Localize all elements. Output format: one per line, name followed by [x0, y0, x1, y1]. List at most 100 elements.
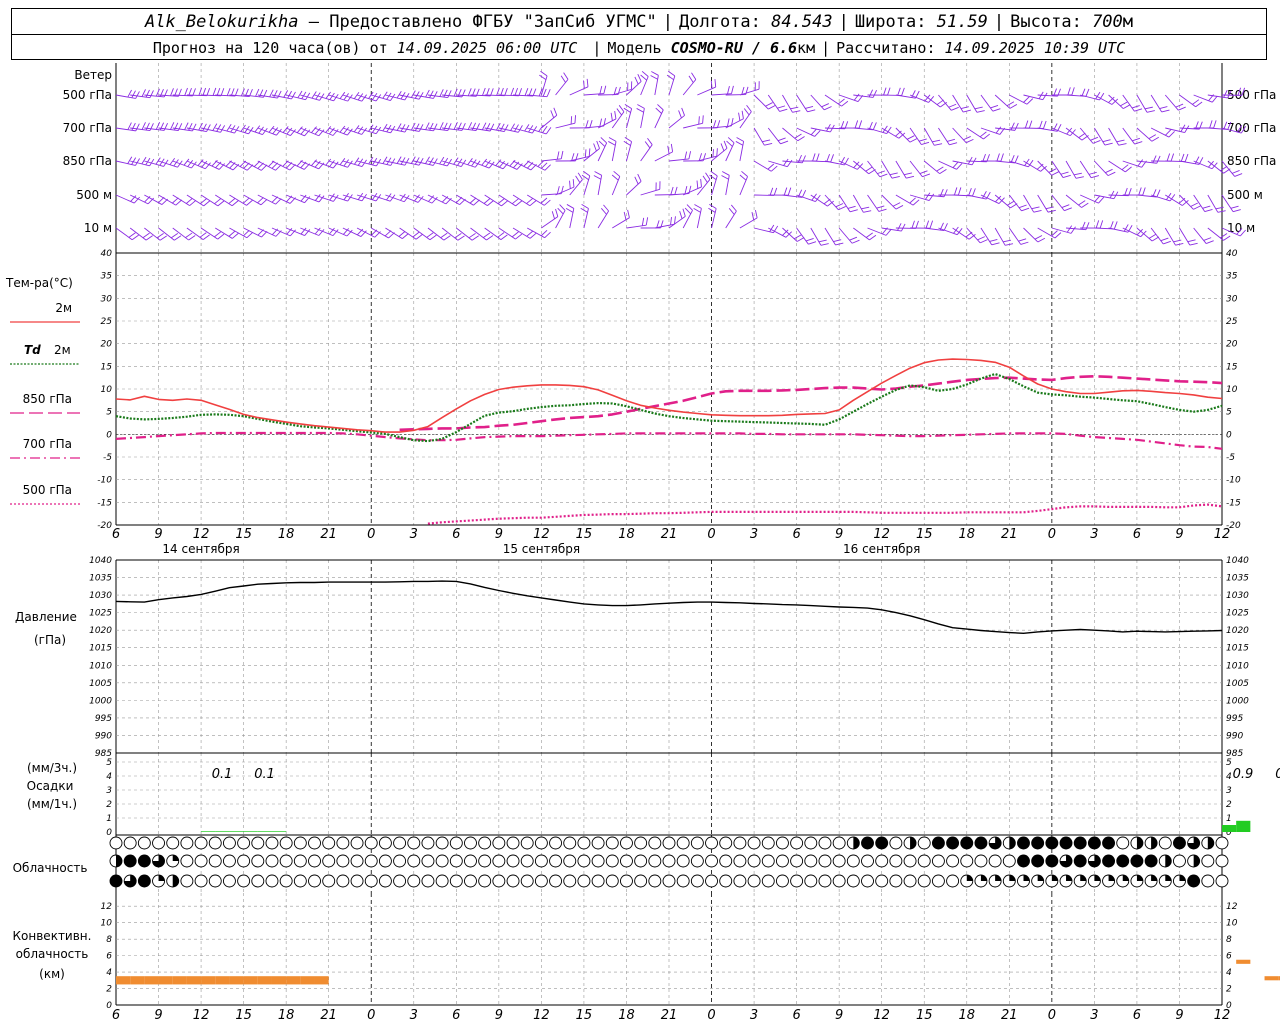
- cloud-icon-fill: [1165, 875, 1172, 881]
- temp-tick-left: -5: [103, 453, 112, 463]
- wind-level-label: 10 м: [84, 221, 112, 235]
- wind-barb-flag: [1187, 239, 1196, 243]
- wind-barb-flag: [982, 153, 986, 162]
- wind-barb: [1051, 194, 1065, 211]
- wind-barb-flag: [956, 163, 963, 170]
- wind-barb-flag: [1091, 175, 1100, 179]
- wind-barb-flag: [1209, 120, 1213, 129]
- wind-barb-flag: [641, 217, 645, 226]
- wind-barb-flag: [731, 85, 734, 94]
- wind-barb-flag: [770, 165, 778, 172]
- wind-barb-flag: [1230, 205, 1239, 209]
- x-tick-label-bottom: 6: [452, 1008, 460, 1023]
- wind-barb-flag: [482, 87, 486, 96]
- wind-barb-flag: [398, 231, 406, 237]
- wind-barb-flag: [246, 199, 253, 206]
- wind-barb-flag: [783, 187, 788, 196]
- wind-barb-flag: [473, 199, 480, 206]
- wind-barb-flag: [457, 235, 465, 241]
- wind-barb-flag: [589, 120, 593, 128]
- cloud-icon: [620, 874, 633, 888]
- wind-barb: [810, 94, 825, 111]
- cloud-icon: [620, 836, 633, 850]
- cloud-icon: [407, 854, 421, 868]
- wind-barb: [1179, 227, 1191, 246]
- wind-barb-flag: [1116, 139, 1125, 143]
- wind-barb-flag: [991, 242, 1000, 246]
- cloud-icon: [350, 836, 364, 850]
- cloud-icon: [1073, 854, 1087, 868]
- cloud-icon: [208, 854, 222, 868]
- conv-bar: [130, 976, 145, 985]
- wind-level-label-right: 700 гПа: [1227, 121, 1276, 135]
- wind-barb-flag: [217, 233, 225, 240]
- wind-barb-flag: [1165, 129, 1172, 136]
- x-tick-label-bottom: 21: [1001, 1008, 1018, 1023]
- wind-barb-flag: [297, 90, 303, 99]
- cloud-icon: [435, 854, 449, 868]
- wind-barb-flag: [741, 110, 744, 119]
- wind-barb-flag: [135, 91, 140, 99]
- wind-barb-flag: [861, 206, 870, 210]
- wind-barb-flag: [1166, 153, 1171, 162]
- x-tick-label-bottom: 9: [835, 1008, 843, 1023]
- precip-tick-right: 5: [1226, 758, 1232, 768]
- wind-barb-flag: [992, 108, 1001, 112]
- cloud-icon: [492, 854, 506, 868]
- wind-barb-flag: [1192, 99, 1200, 105]
- wind-barb: [441, 227, 459, 241]
- cloud-icon: [506, 836, 520, 850]
- cloud-icon: [1017, 854, 1030, 868]
- wind-barb-flag: [142, 232, 150, 239]
- precip-total-label: 0.1: [254, 767, 275, 782]
- wind-barb-flag: [202, 123, 207, 132]
- wind-barb-flag: [1034, 235, 1043, 240]
- wind-title: Ветер: [74, 68, 112, 82]
- cloud-icon-fill: [1207, 837, 1214, 849]
- wind-barb-flag: [1123, 104, 1131, 109]
- cloud-icon: [322, 874, 336, 888]
- wind-barb: [994, 94, 1011, 109]
- cloud-icon: [1045, 836, 1059, 850]
- wind-barb-flag: [425, 122, 430, 130]
- wind-barb: [1207, 227, 1224, 241]
- cloud-icon: [1116, 836, 1130, 850]
- wind-barb: [994, 194, 1011, 209]
- wind-barb-flag: [1102, 139, 1111, 143]
- wind-barb: [697, 179, 711, 196]
- wind-barb-flag: [260, 199, 268, 206]
- wind-barb-flag: [526, 198, 533, 204]
- wind-barb-flag: [623, 211, 627, 220]
- conv-bar: [271, 976, 287, 985]
- wind-barb: [611, 176, 621, 196]
- wind-barb-flag: [1134, 141, 1143, 145]
- wind-barb-flag: [739, 174, 747, 181]
- wind-barb: [739, 217, 758, 229]
- cloud-icon: [478, 874, 492, 888]
- conv-title-1: Конвективн.: [13, 929, 92, 943]
- wind-barb-flag: [901, 87, 905, 96]
- wind-barb: [484, 227, 502, 240]
- wind-barb-flag: [790, 106, 799, 110]
- temp-tick-right: -15: [1226, 498, 1241, 508]
- cloud-icon: [648, 874, 662, 888]
- wind-barb-flag: [972, 188, 976, 197]
- x-tick-label-bottom: 15: [916, 1008, 933, 1023]
- cloud-icon-fill: [172, 875, 179, 887]
- cloud-icon-fill: [1122, 875, 1129, 881]
- wind-barb-flag: [574, 115, 576, 124]
- x-tick-label-temp: 18: [958, 527, 975, 542]
- wind-barb-flag: [720, 143, 725, 152]
- pressure-tick-right: 1015: [1226, 644, 1249, 654]
- wind-barb-flag: [432, 158, 438, 166]
- cloud-icon: [804, 874, 818, 888]
- wind-barb-flag: [206, 88, 211, 96]
- cloud-icon: [1017, 836, 1030, 850]
- wind-barb: [697, 86, 716, 96]
- wind-barb-flag: [1131, 105, 1140, 109]
- wind-barb-flag: [500, 123, 505, 132]
- wind-barb-flag: [814, 130, 821, 137]
- wind-barb-flag: [382, 123, 388, 132]
- cloud-icon: [421, 836, 435, 850]
- wind-barb-flag: [1006, 101, 1015, 107]
